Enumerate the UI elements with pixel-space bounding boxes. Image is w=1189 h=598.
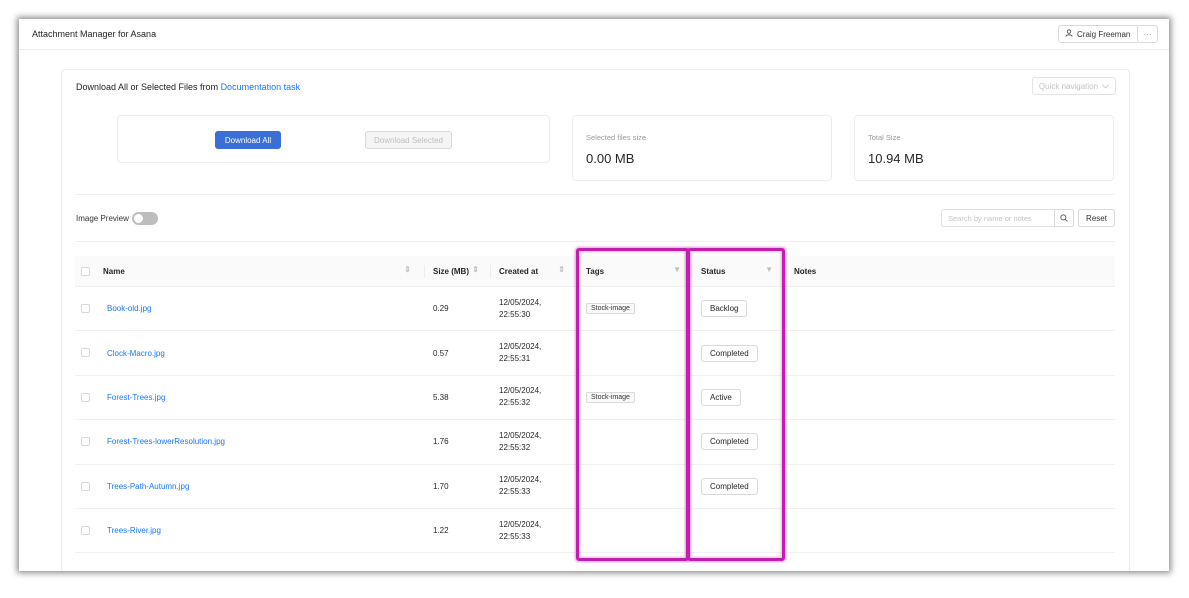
file-size: 1.76: [433, 437, 449, 447]
download-actions-panel: Download All Download Selected: [117, 115, 550, 163]
file-name-link[interactable]: Book-old.jpg: [107, 287, 151, 330]
app-title: Attachment Manager for Asana: [32, 29, 157, 39]
sort-icon: ⇕: [558, 265, 565, 274]
toggle-knob: [134, 214, 143, 223]
card-title: Download All or Selected Files from Docu…: [76, 82, 300, 92]
file-size: 0.57: [433, 348, 449, 358]
image-preview-label: Image Preview: [76, 214, 129, 223]
sort-icon: ⇕: [404, 265, 411, 274]
selected-size-panel: Selected files size 0.00 MB: [572, 115, 832, 181]
tags-column-highlight: [576, 248, 689, 561]
status-column-highlight: [687, 248, 785, 561]
top-bar: Attachment Manager for Asana Craig Freem…: [19, 19, 1169, 50]
download-all-button[interactable]: Download All: [215, 131, 281, 149]
column-separator: [424, 265, 425, 278]
created-at: 12/05/2024, 22:55:33: [499, 475, 542, 497]
created-at: 12/05/2024, 22:55:32: [499, 430, 542, 452]
file-size: 1.22: [433, 526, 449, 536]
reset-button[interactable]: Reset: [1078, 209, 1115, 227]
download-selected-button[interactable]: Download Selected: [365, 131, 452, 149]
column-header-size[interactable]: Size (MB) ⇕: [433, 256, 485, 287]
file-name-link[interactable]: Forest-Trees.jpg: [107, 376, 165, 419]
column-header-notes: Notes: [794, 267, 817, 276]
user-icon: [1065, 29, 1073, 39]
search-input[interactable]: Search by name or notes: [941, 209, 1055, 227]
file-size: 0.29: [433, 304, 449, 314]
title-prefix: Download All or Selected Files from: [76, 82, 221, 92]
image-preview-toggle[interactable]: [132, 212, 158, 225]
row-checkbox[interactable]: [81, 437, 90, 447]
search-icon: [1060, 209, 1068, 227]
total-size-panel: Total Size 10.94 MB: [854, 115, 1114, 181]
divider: [75, 241, 1115, 242]
created-at: 12/05/2024, 22:55:32: [499, 386, 542, 408]
divider: [75, 194, 1115, 195]
created-at: 12/05/2024, 22:55:31: [499, 342, 542, 364]
column-separator: [490, 265, 491, 278]
file-name-link[interactable]: Trees-River.jpg: [107, 509, 161, 552]
quick-navigation-label: Quick navigation: [1038, 81, 1099, 91]
total-size-label: Total Size: [868, 133, 901, 142]
select-all-checkbox[interactable]: [81, 267, 90, 276]
quick-navigation-select[interactable]: Quick navigation: [1032, 77, 1116, 95]
file-name-link[interactable]: Forest-Trees-lowerResolution.jpg: [107, 420, 225, 463]
search-button[interactable]: [1054, 209, 1074, 227]
row-checkbox[interactable]: [81, 392, 90, 402]
row-checkbox[interactable]: [81, 525, 90, 535]
selected-size-label: Selected files size: [586, 133, 647, 142]
row-checkbox[interactable]: [81, 481, 90, 491]
row-checkbox[interactable]: [81, 304, 90, 313]
column-header-name[interactable]: Name ⇕: [103, 256, 417, 287]
selected-size-value: 0.00 MB: [586, 151, 635, 166]
sort-icon: ⇕: [472, 265, 479, 274]
file-size: 5.38: [433, 392, 449, 402]
created-at: 12/05/2024, 22:55:33: [499, 519, 542, 541]
total-size-value: 10.94 MB: [868, 151, 924, 166]
task-link[interactable]: Documentation task: [221, 82, 301, 92]
file-name-link[interactable]: Trees-Path-Autumn.jpg: [107, 465, 189, 508]
user-name: Craig Freeman: [1077, 29, 1131, 39]
more-menu-button[interactable]: ···: [1137, 25, 1158, 43]
file-size: 1.70: [433, 481, 449, 491]
created-at: 12/05/2024, 22:55:30: [499, 297, 542, 319]
chevron-down-icon: [1102, 82, 1109, 91]
app-window: Attachment Manager for Asana Craig Freem…: [19, 19, 1169, 571]
row-checkbox[interactable]: [81, 348, 90, 358]
column-separator: [785, 265, 786, 278]
user-menu-button[interactable]: Craig Freeman: [1058, 25, 1140, 43]
column-header-created[interactable]: Created at ⇕: [499, 256, 571, 287]
file-name-link[interactable]: Clock-Macro.jpg: [107, 331, 165, 374]
